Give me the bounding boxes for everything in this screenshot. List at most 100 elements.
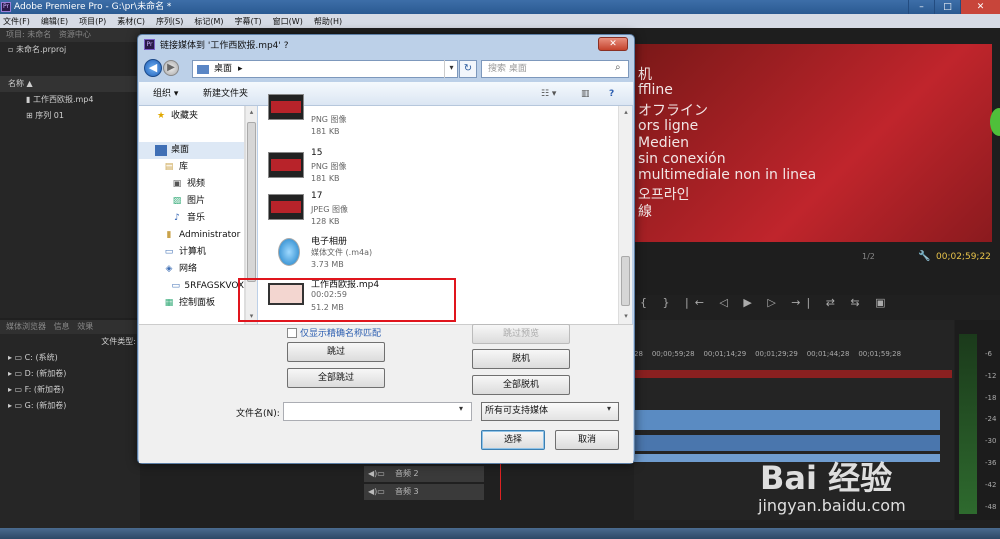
resource-tab-label[interactable]: 资源中心 (59, 30, 91, 39)
ruler-tick: 00;01;29;29 (755, 350, 798, 358)
ruler-tick: 28 (634, 350, 643, 358)
skip-button[interactable]: 跳过 (287, 342, 385, 362)
nav-label: 桌面 (171, 145, 190, 155)
audio-track-header[interactable]: ◀)▭ 音频 2 (364, 466, 484, 482)
filename-input[interactable] (283, 402, 472, 421)
tab-effects[interactable]: 效果 (77, 322, 93, 331)
scroll-thumb[interactable] (621, 256, 630, 306)
wrench-icon[interactable]: 🔧 (918, 251, 930, 262)
skip-all-button[interactable]: 全部跳过 (287, 368, 385, 388)
address-dropdown-icon[interactable]: ▾ (444, 60, 458, 78)
work-area-bar[interactable] (634, 370, 952, 378)
offline-button[interactable]: 脱机 (472, 349, 570, 369)
menu-marker[interactable]: 标记(M) (194, 16, 223, 27)
organize-button[interactable]: 组织 ▾ (153, 82, 178, 106)
exact-name-checkbox[interactable]: 仅显示精确名称匹配 (287, 326, 381, 339)
windows-taskbar[interactable] (0, 528, 1000, 539)
address-bar[interactable]: 桌面 ▸ (192, 60, 458, 78)
control-panel-icon: ▦ (164, 298, 174, 308)
menu-file[interactable]: 文件(F) (3, 16, 30, 27)
transport-controls[interactable]: { } |← ◁ ▶ ▷ →| ⇄ ⇆ ▣ (640, 296, 892, 309)
forward-button[interactable]: ▶ (163, 60, 179, 76)
nav-item-library[interactable]: ▤ 库 (139, 159, 244, 176)
scroll-thumb[interactable] (247, 122, 256, 282)
zoom-select[interactable]: 1/2 (862, 252, 875, 261)
playhead[interactable] (500, 460, 501, 500)
audio-clip[interactable] (634, 435, 940, 451)
menu-title[interactable]: 字幕(T) (235, 16, 262, 27)
nav-item-videos[interactable]: ▣ 视频 (139, 176, 244, 193)
back-button[interactable]: ◀ (144, 59, 162, 77)
dialog-title-bar: Pr 链接媒体到 '工作西欧报.mp4' ? (144, 38, 289, 51)
menu-project[interactable]: 项目(P) (79, 16, 106, 27)
media-browser-tabs: 媒体浏览器 信息 效果 (0, 320, 140, 334)
menu-clip[interactable]: 素材(C) (117, 16, 145, 27)
nav-item-favorites[interactable]: ★ 收藏夹 (139, 108, 244, 125)
nav-item-control-panel[interactable]: ▦ 控制面板 (139, 295, 244, 312)
drive-item[interactable]: ▸ ▭ F: (新加卷) (0, 382, 140, 398)
refresh-button[interactable]: ↻ (459, 60, 477, 78)
view-options-icon[interactable]: ☷ ▾ (541, 82, 556, 106)
video-icon: ▣ (172, 179, 182, 189)
file-type: PNG 图像 (311, 115, 347, 124)
media-offline-frame: 机 ffline オフライン ors ligne Medien sin cone… (634, 44, 992, 242)
scroll-up-icon[interactable]: ▴ (247, 108, 256, 118)
skip-preview-button[interactable]: 跳过预览 (472, 324, 570, 344)
file-item[interactable]: 15 PNG 图像 181 KB (258, 146, 618, 188)
maximize-icon[interactable]: □ (934, 0, 960, 14)
filetype-select[interactable]: 所有可支持媒体 (481, 402, 619, 421)
nav-item-network-pc[interactable]: ▭ 5RFAGSKVOX (139, 278, 244, 295)
checkbox-box[interactable] (287, 327, 297, 338)
filetype-dropdown-icon[interactable]: ▾ (607, 404, 611, 413)
menu-help[interactable]: 帮助(H) (314, 16, 342, 27)
nav-item-network[interactable]: ◈ 网络 (139, 261, 244, 278)
menu-window[interactable]: 窗口(W) (273, 16, 303, 27)
close-icon[interactable]: ✕ (960, 0, 1000, 14)
menu-sequence[interactable]: 序列(S) (156, 16, 183, 27)
drive-item[interactable]: ▸ ▭ C: (系统) (0, 350, 140, 366)
audio-track-header[interactable]: ◀)▭ 音频 3 (364, 484, 484, 500)
scroll-up-icon[interactable]: ▴ (621, 108, 631, 118)
tab-media-browser[interactable]: 媒体浏览器 (6, 322, 46, 331)
file-item[interactable]: PNG 图像 181 KB (258, 94, 618, 146)
drive-item[interactable]: ▸ ▭ D: (新加卷) (0, 366, 140, 382)
project-tab[interactable]: 项目: 未命名 资源中心 (0, 28, 140, 42)
new-folder-button[interactable]: 新建文件夹 (203, 82, 248, 106)
audio-clip[interactable] (634, 410, 940, 430)
project-item-clip[interactable]: ▮ 工作西欧报.mp4 (0, 92, 140, 108)
menu-edit[interactable]: 编辑(E) (41, 16, 68, 27)
media-file-icon (278, 238, 300, 266)
search-icon[interactable]: ⌕ (615, 62, 621, 73)
drive-item[interactable]: ▸ ▭ G: (新加卷) (0, 398, 140, 414)
file-item[interactable]: 电子相册 媒体文件 (.m4a) 3.73 MB (258, 230, 618, 272)
file-item[interactable]: 17 JPEG 图像 128 KB (258, 188, 618, 230)
cancel-button[interactable]: 取消 (555, 430, 619, 450)
minimize-icon[interactable]: – (908, 0, 934, 14)
preview-pane-icon[interactable]: ▥ (581, 82, 590, 106)
file-type-filter[interactable]: 文件类型: (0, 334, 140, 350)
search-input[interactable]: 搜索 桌面 (481, 60, 629, 78)
nav-item-pictures[interactable]: ▨ 图片 (139, 193, 244, 210)
file-list-scrollbar[interactable]: ▴ ▾ (618, 106, 632, 324)
window-controls: – □ ✕ (908, 0, 1000, 14)
app-title: Adobe Premiere Pro - G:\pr\未命名 * (14, 2, 172, 12)
name-column-header[interactable]: 名称 ▲ (0, 76, 140, 92)
timeline-ruler[interactable]: 28 00;00;59;28 00;01;14;29 00;01;29;29 0… (634, 350, 952, 360)
nav-item-administrator[interactable]: ▮ Administrator (139, 227, 244, 244)
scroll-down-icon[interactable]: ▾ (621, 312, 631, 322)
computer-icon: ▭ (164, 247, 174, 257)
meter-bar (959, 334, 977, 514)
breadcrumb-arrow-icon[interactable]: ▸ (238, 61, 243, 77)
offline-text: オフライン (638, 103, 708, 119)
dialog-close-button[interactable]: ✕ (598, 37, 628, 51)
nav-item-desktop[interactable]: 桌面 (139, 142, 244, 159)
help-icon[interactable]: ? (609, 82, 614, 106)
select-button[interactable]: 选择 (481, 430, 545, 450)
ruler-tick: 00;00;59;28 (651, 350, 695, 358)
offline-all-button[interactable]: 全部脱机 (472, 375, 570, 395)
tab-info[interactable]: 信息 (54, 322, 70, 331)
project-item-sequence[interactable]: ⊞ 序列 01 (0, 108, 140, 124)
nav-item-music[interactable]: ♪ 音乐 (139, 210, 244, 227)
nav-item-computer[interactable]: ▭ 计算机 (139, 244, 244, 261)
filename-dropdown-icon[interactable]: ▾ (459, 404, 463, 413)
